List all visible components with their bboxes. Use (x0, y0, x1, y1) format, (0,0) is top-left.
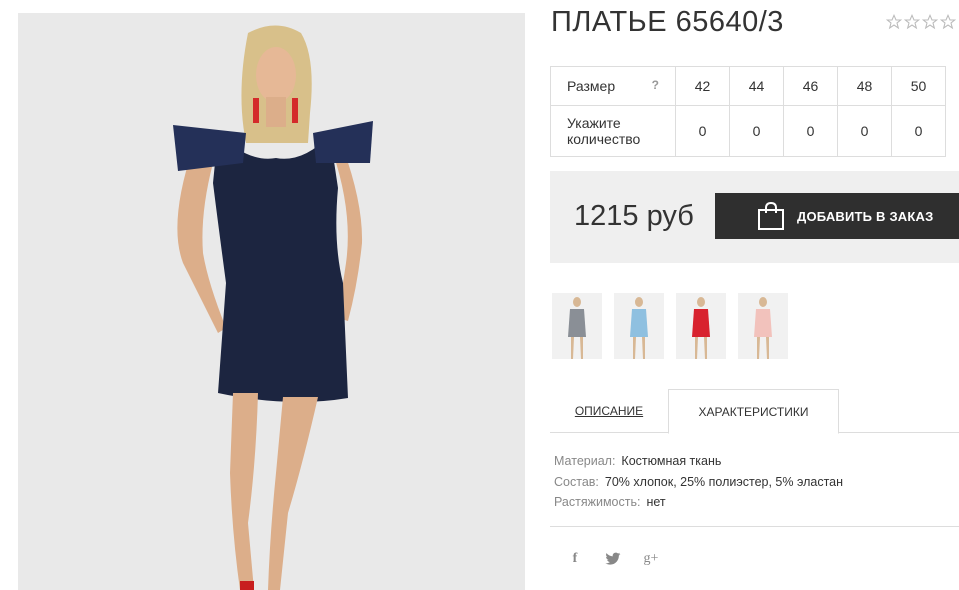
thumbnail-pink[interactable] (738, 293, 788, 359)
characteristics-list: Материал: Костюмная ткань Состав: 70% хлоп… (554, 451, 843, 513)
property-key: Материал: (554, 454, 616, 468)
property-row: Состав: 70% хлопок, 25% полиэстер, 5% эла… (554, 472, 843, 493)
shopping-bag-icon (758, 201, 784, 230)
product-title: ПЛАТЬЕ 65640/3 (551, 6, 784, 38)
star-outline-icon[interactable] (886, 14, 902, 30)
quantity-input[interactable]: 0 (837, 105, 892, 157)
size-cell: 46 (783, 66, 838, 106)
quantity-input[interactable]: 0 (783, 105, 838, 157)
color-variant-thumbnails (552, 293, 788, 359)
property-value: Костюмная ткань (621, 454, 722, 468)
twitter-icon[interactable] (604, 550, 622, 568)
price-box: 1215 руб ДОБАВИТЬ В ЗАКАЗ (550, 171, 959, 263)
thumbnail-light-blue[interactable] (614, 293, 664, 359)
quantity-input[interactable]: 0 (891, 105, 946, 157)
property-row: Растяжимость: нет (554, 492, 843, 513)
tab-description[interactable]: ОПИСАНИЕ (550, 389, 668, 432)
thumbnail-red[interactable] (676, 293, 726, 359)
property-key: Растяжимость: (554, 495, 641, 509)
divider (550, 526, 959, 527)
model-in-dress-image (18, 13, 525, 590)
rating-stars[interactable] (886, 14, 956, 30)
size-label: Размер (567, 78, 616, 94)
size-cell: 50 (891, 66, 946, 106)
size-cell: 44 (729, 66, 784, 106)
size-label-cell: Размер ? (550, 66, 676, 106)
size-cell: 48 (837, 66, 892, 106)
size-help-icon[interactable]: ? (652, 78, 659, 92)
size-quantity-table: Размер ? 42 44 46 48 50 Укажите количест… (550, 66, 946, 157)
add-to-order-label: ДОБАВИТЬ В ЗАКАЗ (797, 208, 934, 224)
quantity-input[interactable]: 0 (729, 105, 784, 157)
tab-characteristics[interactable]: ХАРАКТЕРИСТИКИ (668, 389, 839, 434)
star-outline-icon[interactable] (940, 14, 956, 30)
size-cell: 42 (675, 66, 730, 106)
property-row: Материал: Костюмная ткань (554, 451, 843, 472)
star-outline-icon[interactable] (922, 14, 938, 30)
property-value: 70% хлопок, 25% полиэстер, 5% эластан (604, 474, 844, 489)
quantity-input[interactable]: 0 (675, 105, 730, 157)
google-plus-icon[interactable]: g+ (642, 550, 660, 568)
star-outline-icon[interactable] (904, 14, 920, 30)
social-share: f g+ (566, 550, 660, 568)
add-to-order-button[interactable]: ДОБАВИТЬ В ЗАКАЗ (715, 193, 959, 239)
facebook-icon[interactable]: f (566, 550, 584, 568)
thumbnail-grey[interactable] (552, 293, 602, 359)
product-tabs: ОПИСАНИЕ ХАРАКТЕРИСТИКИ (550, 389, 959, 434)
property-value: нет (646, 495, 666, 509)
product-price: 1215 руб (574, 200, 694, 232)
main-product-photo[interactable] (18, 13, 525, 590)
quantity-label: Укажите количество (550, 105, 676, 157)
property-key: Состав: (554, 474, 599, 489)
